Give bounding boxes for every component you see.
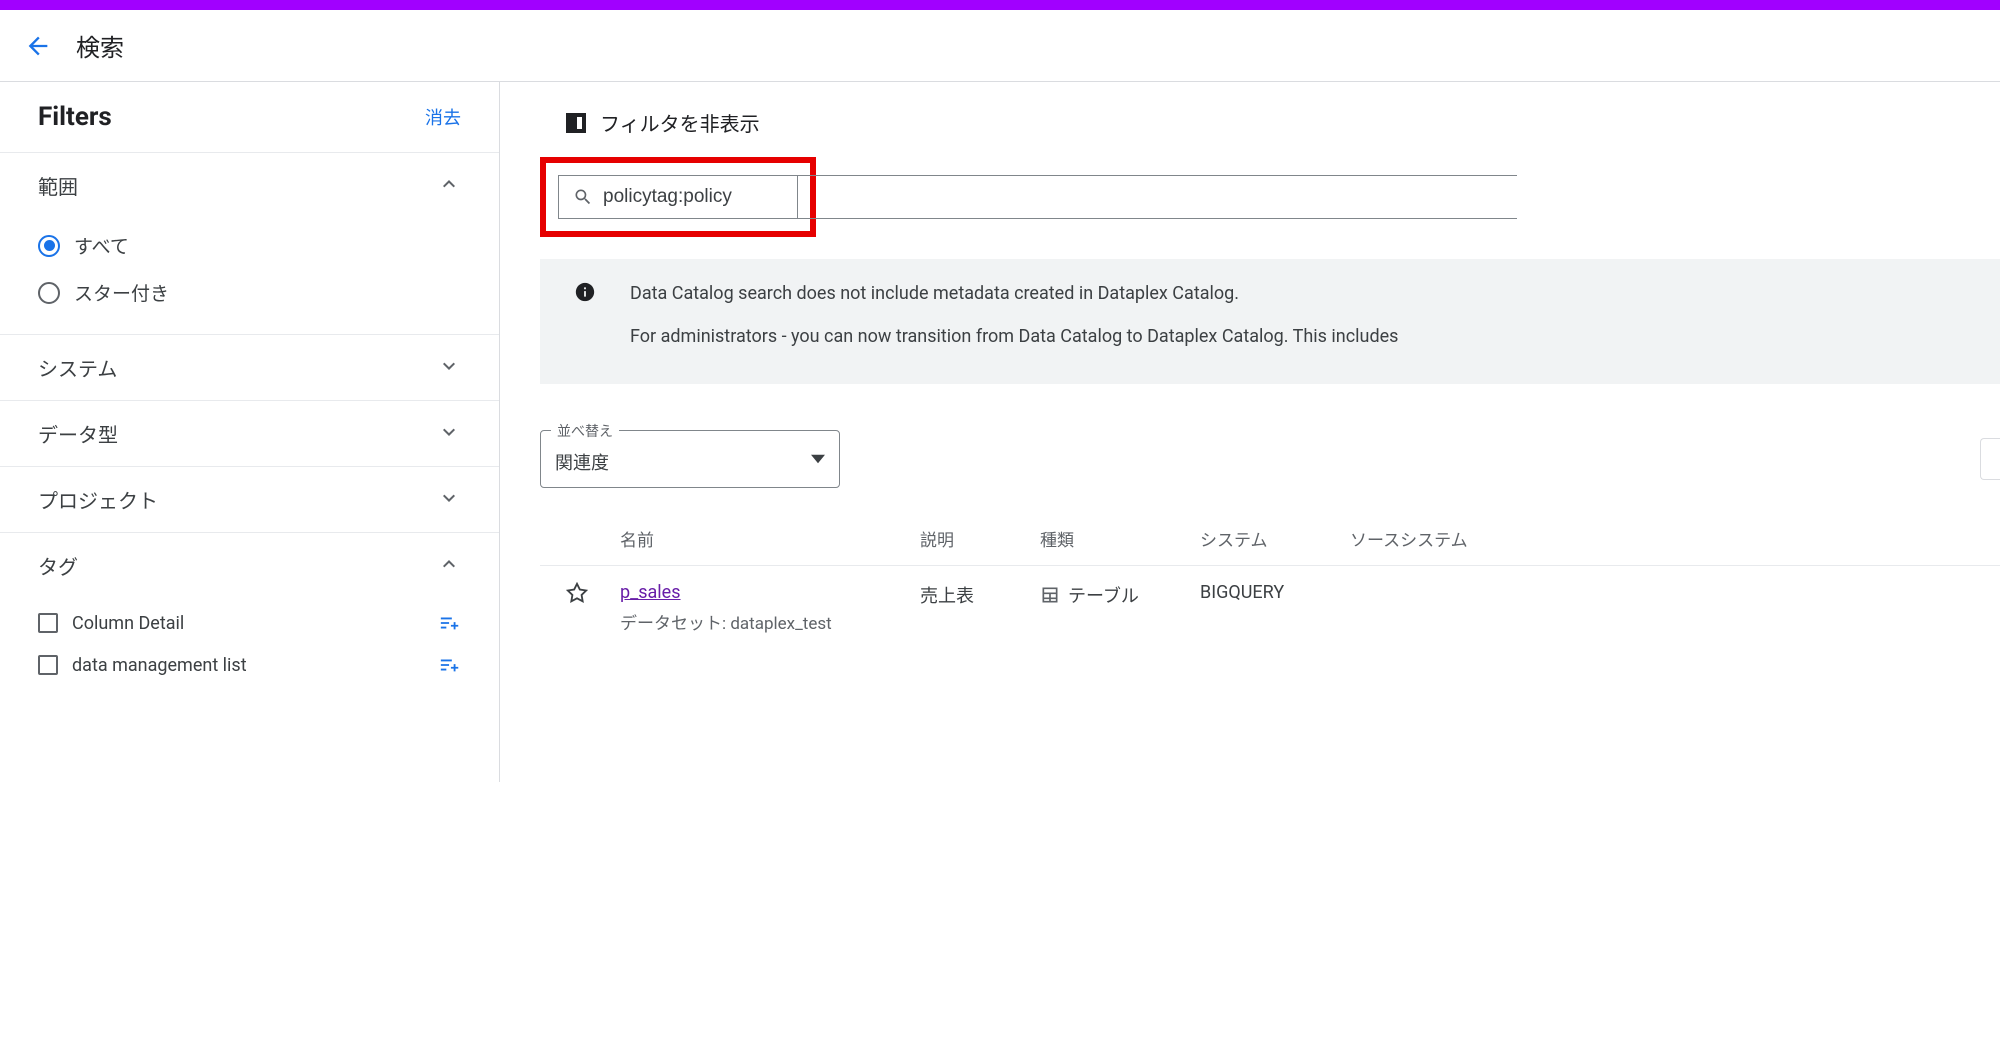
filter-add-icon[interactable] bbox=[439, 612, 461, 634]
tag-label: data management list bbox=[72, 655, 425, 676]
accent-bar bbox=[0, 0, 2000, 10]
tag-option-data-management[interactable]: data management list bbox=[38, 644, 461, 686]
project-section-header[interactable]: プロジェクト bbox=[0, 466, 499, 532]
result-desc: 売上表 bbox=[920, 582, 1040, 608]
table-icon bbox=[1040, 585, 1060, 605]
search-highlight-box bbox=[540, 157, 816, 237]
checkbox-icon bbox=[38, 655, 58, 675]
tag-option-column-detail[interactable]: Column Detail bbox=[38, 602, 461, 644]
panel-collapse-icon bbox=[564, 111, 588, 135]
clear-filters-button[interactable]: 消去 bbox=[425, 104, 461, 130]
chevron-down-icon bbox=[437, 486, 461, 514]
th-system: システム bbox=[1200, 526, 1350, 551]
results-table: 名前 説明 種類 システム ソースシステム p_sales データセット: da… bbox=[540, 518, 2000, 650]
scope-radio-label: すべて bbox=[74, 232, 129, 259]
datatype-section-header[interactable]: データ型 bbox=[0, 400, 499, 466]
tag-checkbox-group: Column Detail data management list bbox=[0, 598, 499, 704]
main-area: フィルタを非表示 Data Catalog search does not in… bbox=[500, 82, 2000, 782]
search-icon bbox=[573, 187, 593, 207]
th-desc: 説明 bbox=[920, 526, 1040, 551]
star-button[interactable] bbox=[540, 582, 620, 608]
scope-radio-starred[interactable]: スター付き bbox=[38, 269, 461, 316]
checkbox-icon bbox=[38, 613, 58, 633]
page-title: 検索 bbox=[76, 28, 124, 63]
star-outline-icon bbox=[566, 582, 588, 604]
tag-title: タグ bbox=[38, 551, 78, 580]
result-type: テーブル bbox=[1040, 582, 1200, 608]
search-box[interactable] bbox=[558, 175, 798, 219]
scope-radio-group: すべて スター付き bbox=[0, 218, 499, 334]
info-banner: Data Catalog search does not include met… bbox=[540, 259, 2000, 384]
th-type: 種類 bbox=[1040, 526, 1200, 551]
chevron-down-icon bbox=[437, 420, 461, 448]
search-input[interactable] bbox=[603, 186, 783, 208]
tag-section-header[interactable]: タグ bbox=[0, 532, 499, 598]
project-title: プロジェクト bbox=[38, 485, 158, 514]
sort-value: 関連度 bbox=[555, 453, 609, 474]
info-line-1: Data Catalog search does not include met… bbox=[630, 279, 1398, 310]
sort-label: 並べ替え bbox=[551, 421, 619, 441]
table-row: p_sales データセット: dataplex_test 売上表 テーブル B… bbox=[540, 566, 2000, 650]
chevron-up-icon bbox=[437, 172, 461, 200]
info-icon bbox=[574, 281, 596, 303]
chevron-up-icon bbox=[437, 552, 461, 580]
filters-sidebar: Filters 消去 範囲 すべて スター付き システム bbox=[0, 82, 500, 782]
scope-section-header[interactable]: 範囲 bbox=[0, 152, 499, 218]
filter-add-icon[interactable] bbox=[439, 654, 461, 676]
scope-radio-all[interactable]: すべて bbox=[38, 222, 461, 269]
radio-icon bbox=[38, 235, 60, 257]
hide-filter-label: フィルタを非表示 bbox=[600, 108, 760, 137]
result-name-link[interactable]: p_sales bbox=[620, 582, 681, 603]
back-arrow-icon[interactable] bbox=[24, 32, 52, 60]
dropdown-caret-icon bbox=[811, 452, 825, 466]
th-name: 名前 bbox=[620, 526, 920, 551]
scope-radio-label: スター付き bbox=[74, 279, 169, 306]
th-source: ソースシステム bbox=[1350, 526, 2000, 551]
scope-title: 範囲 bbox=[38, 171, 78, 200]
right-action-button[interactable] bbox=[1980, 438, 2000, 480]
radio-icon bbox=[38, 282, 60, 304]
tag-label: Column Detail bbox=[72, 613, 425, 634]
sort-select[interactable]: 並べ替え 関連度 bbox=[540, 430, 840, 488]
filters-heading: Filters bbox=[38, 102, 112, 132]
system-title: システム bbox=[38, 353, 117, 382]
system-section-header[interactable]: システム bbox=[0, 334, 499, 400]
hide-filter-button[interactable]: フィルタを非表示 bbox=[540, 108, 2000, 137]
chevron-down-icon bbox=[437, 354, 461, 382]
info-line-2: For administrators - you can now transit… bbox=[630, 322, 1398, 353]
result-dataset: データセット: dataplex_test bbox=[620, 609, 920, 634]
datatype-title: データ型 bbox=[38, 419, 118, 448]
page-header: 検索 bbox=[0, 10, 2000, 81]
result-system: BIGQUERY bbox=[1200, 582, 1350, 603]
table-header: 名前 説明 種類 システム ソースシステム bbox=[540, 518, 2000, 566]
